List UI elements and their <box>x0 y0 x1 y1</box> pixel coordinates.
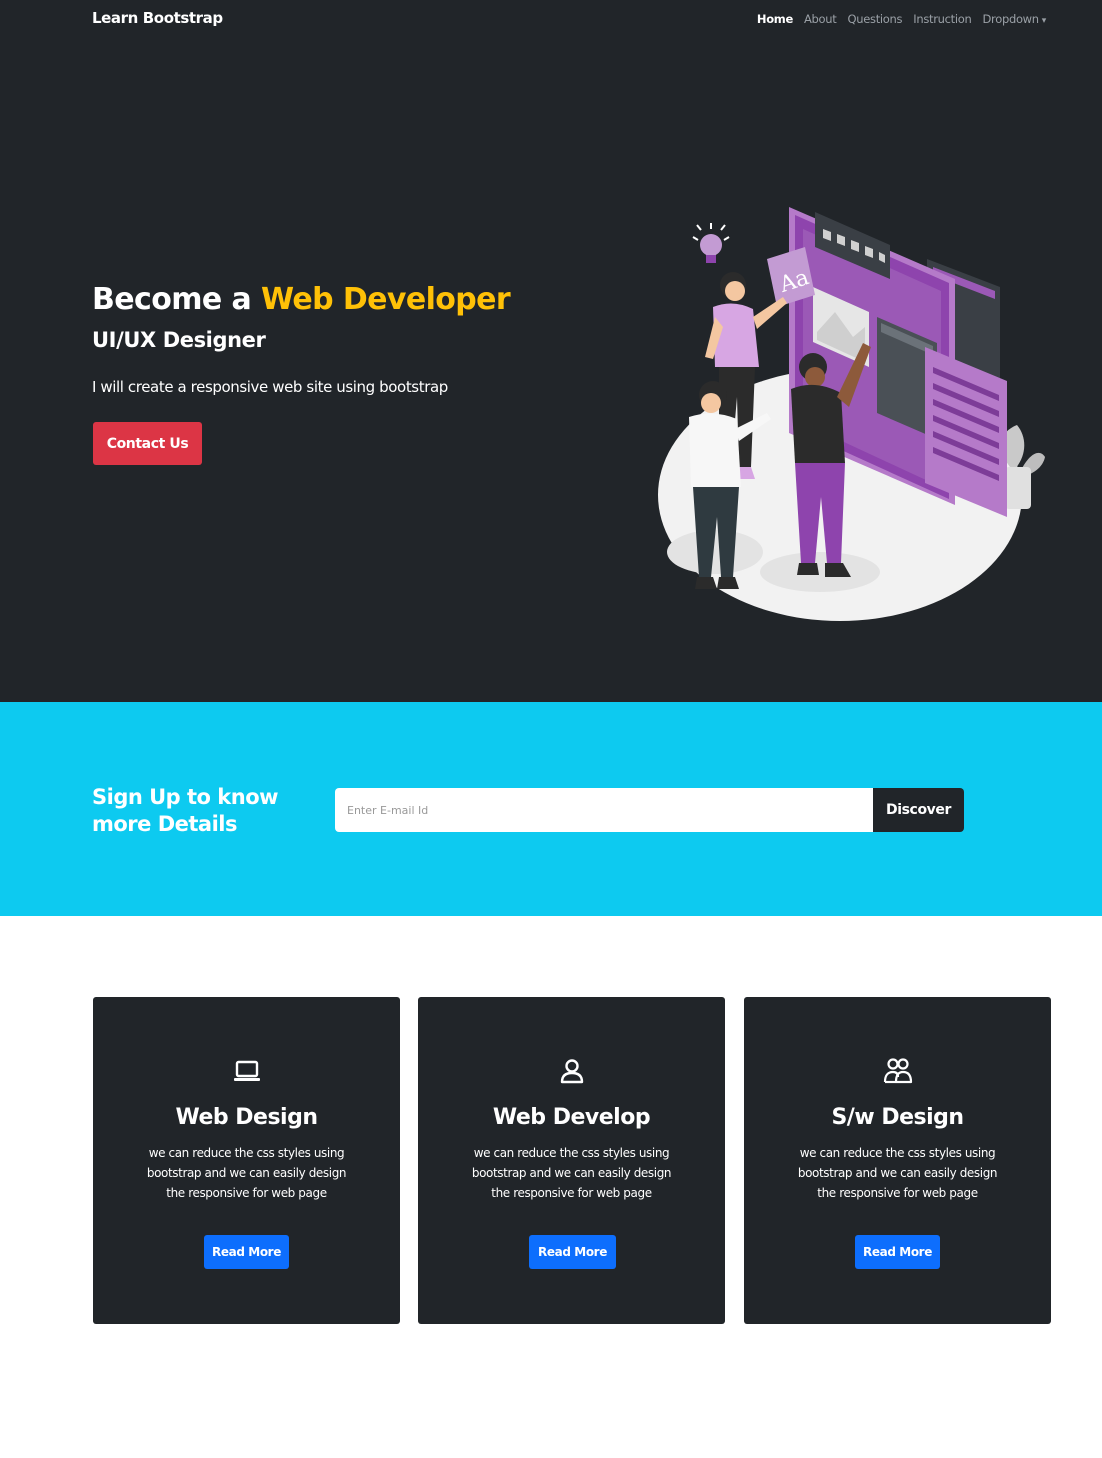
web-developer-illustration: Aa <box>658 207 1045 621</box>
nav-link-about[interactable]: About <box>804 12 837 26</box>
hero-title-accent: Web Developer <box>260 282 511 317</box>
hero-section: Become a Web Developer UI/UX Designer I … <box>0 40 1102 702</box>
hero-lead: I will create a responsive web site usin… <box>92 378 448 396</box>
signup-section: Sign Up to know more Details Discover <box>0 702 1102 916</box>
nav-links: Home About Questions Instruction Dropdow… <box>757 12 1046 26</box>
card-title: Web Develop <box>492 1105 651 1130</box>
laptop-icon <box>93 1055 400 1087</box>
hero-subtitle: UI/UX Designer <box>92 328 266 352</box>
caret-down-icon: ▾ <box>1041 16 1047 26</box>
navbar: Learn Bootstrap Home About Questions Ins… <box>0 0 1102 40</box>
hero-title: Become a Web Developer <box>92 282 511 317</box>
card-text: we can reduce the css styles using boots… <box>146 1146 347 1200</box>
read-more-button[interactable]: Read More <box>855 1235 940 1269</box>
card-text: we can reduce the css styles using boots… <box>471 1146 672 1200</box>
services-section: Web Design we can reduce the css styles … <box>0 916 1102 1458</box>
service-card-web-develop: Web Develop we can reduce the css styles… <box>418 997 725 1324</box>
signup-title: Sign Up to know more Details <box>92 785 279 836</box>
service-card-web-design: Web Design we can reduce the css styles … <box>93 997 400 1324</box>
nav-link-instruction[interactable]: Instruction <box>913 12 972 26</box>
person-icon <box>418 1055 725 1087</box>
people-icon <box>744 1055 1051 1087</box>
card-text: we can reduce the css styles using boots… <box>797 1146 998 1200</box>
hero-title-prefix: Become a <box>92 282 261 317</box>
read-more-button[interactable]: Read More <box>204 1235 289 1269</box>
nav-dropdown-toggle[interactable]: Dropdown ▾ <box>982 12 1046 26</box>
card-title: Web Design <box>175 1105 318 1130</box>
nav-link-home[interactable]: Home <box>757 12 793 26</box>
card-title: S/w Design <box>831 1105 964 1130</box>
contact-us-button[interactable]: Contact Us <box>93 422 202 465</box>
service-card-sw-design: S/w Design we can reduce the css styles … <box>744 997 1051 1324</box>
discover-button[interactable]: Discover <box>873 788 964 832</box>
nav-dropdown-label: Dropdown <box>982 12 1039 26</box>
navbar-brand[interactable]: Learn Bootstrap <box>92 9 223 27</box>
email-input[interactable] <box>335 788 873 832</box>
nav-link-questions[interactable]: Questions <box>848 12 903 26</box>
read-more-button[interactable]: Read More <box>529 1235 616 1269</box>
